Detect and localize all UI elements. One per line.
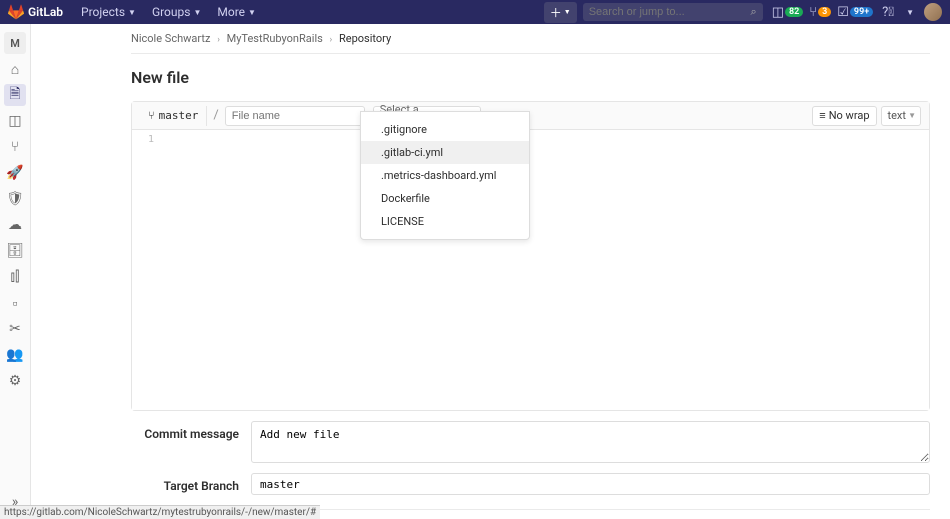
user-avatar[interactable] (924, 3, 942, 21)
book-icon: ▫ (13, 295, 18, 312)
code-editor[interactable] (162, 130, 929, 410)
target-branch-row: Target Branch (131, 473, 930, 495)
template-option[interactable]: LICENSE (361, 210, 529, 233)
todos-badge[interactable]: ☑99+ (837, 5, 873, 20)
gitlab-icon (8, 4, 24, 20)
file-header: ⑂ master / Select a template type ▼ ≡ No… (132, 102, 929, 130)
branch-icon: ⑂ (148, 109, 155, 122)
branch-name: master (159, 109, 199, 122)
branch-selector[interactable]: ⑂ master (140, 106, 207, 126)
sidebar-members[interactable]: 👥 (4, 344, 26, 366)
nav-more[interactable]: More▼ (217, 5, 256, 19)
chevron-down-icon: ▼ (248, 8, 256, 17)
issues-icon: ◫ (772, 5, 784, 20)
sidebar-wiki[interactable]: ▫ (4, 292, 26, 314)
chevron-down-icon: ▼ (906, 8, 914, 17)
template-dropdown: .gitignore.gitlab-ci.yml.metrics-dashboa… (360, 111, 530, 240)
file-icon: 🗎 (9, 83, 20, 107)
todos-icon: ☑ (837, 5, 849, 20)
wrap-icon: ≡ (819, 109, 825, 122)
wrap-toggle[interactable]: ≡ No wrap (812, 106, 876, 126)
help-icon[interactable]: ?⃝ (882, 5, 894, 20)
sidebar-repository[interactable]: 🗎 (4, 84, 26, 106)
filename-input[interactable] (225, 106, 365, 126)
search-icon: ⌕ (751, 5, 757, 19)
home-icon: ⌂ (11, 61, 19, 78)
merge-request-icon: ⑂ (809, 5, 817, 20)
mr-badge[interactable]: ⑂3 (809, 5, 831, 20)
top-navbar: GitLab Projects▼ Groups▼ More▼ ＋▼ ⌕ ◫82 … (0, 0, 950, 24)
gitlab-logo[interactable]: GitLab (8, 4, 63, 20)
chevron-down-icon: ▼ (908, 111, 916, 120)
crumb-repository[interactable]: Repository (339, 32, 391, 45)
merge-icon: ⑂ (11, 139, 19, 155)
sidebar-settings[interactable]: ⚙ (4, 370, 26, 392)
commit-message-input[interactable] (251, 421, 930, 463)
type-label: text (888, 109, 907, 122)
package-icon: 🗄 (6, 243, 24, 259)
chevron-down-icon: ▼ (193, 8, 201, 17)
sidebar-cicd[interactable]: 🚀 (4, 162, 26, 184)
issues-badge[interactable]: ◫82 (772, 5, 804, 20)
template-option[interactable]: .metrics-dashboard.yml (361, 164, 529, 187)
page-title: New file (131, 68, 930, 87)
sidebar-packages[interactable]: 🗄 (4, 240, 26, 262)
sidebar-issues[interactable]: ◫ (4, 110, 26, 132)
crumb-project[interactable]: MyTestRubyonRails (227, 32, 323, 45)
wrap-label: No wrap (829, 109, 870, 122)
global-search[interactable]: ⌕ (583, 3, 763, 21)
template-option[interactable]: Dockerfile (361, 187, 529, 210)
editor-body[interactable]: 1 (132, 130, 929, 410)
search-input[interactable] (589, 6, 751, 18)
browser-status-bar: https://gitlab.com/NicoleSchwartz/mytest… (0, 505, 320, 519)
plus-icon: ＋ (550, 4, 562, 21)
rocket-icon: 🚀 (6, 165, 23, 181)
sidebar-operations[interactable]: ☁ (4, 214, 26, 236)
sidebar-snippets[interactable]: ✂ (4, 318, 26, 340)
template-option[interactable]: .gitlab-ci.yml (361, 141, 529, 164)
commit-message-label: Commit message (131, 421, 251, 441)
commit-message-row: Commit message (131, 421, 930, 463)
operations-icon: ☁ (8, 217, 22, 233)
chevron-down-icon: ▼ (128, 8, 136, 17)
file-editor-box: ⑂ master / Select a template type ▼ ≡ No… (131, 101, 930, 411)
sidebar-merge-requests[interactable]: ⑂ (4, 136, 26, 158)
left-sidebar: M ⌂ 🗎 ◫ ⑂ 🚀 🛡 ☁ 🗄 ⫾⫿ ▫ ✂ 👥 ⚙ » (0, 24, 31, 519)
target-branch-input[interactable] (251, 473, 930, 495)
gear-icon: ⚙ (9, 373, 22, 389)
chevron-down-icon: ▼ (564, 8, 571, 16)
breadcrumb: Nicole Schwartz › MyTestRubyonRails › Re… (131, 24, 930, 54)
snippet-icon: ✂ (9, 321, 21, 337)
line-gutter: 1 (132, 130, 162, 410)
shield-icon: 🛡 (6, 191, 24, 207)
plus-dropdown[interactable]: ＋▼ (544, 2, 577, 23)
chart-icon: ⫾⫿ (11, 269, 20, 285)
syntax-type-selector[interactable]: text ▼ (881, 106, 922, 126)
issue-icon: ◫ (8, 113, 21, 129)
sidebar-project-avatar[interactable]: M (4, 32, 26, 54)
nav-groups[interactable]: Groups▼ (152, 5, 201, 19)
crumb-user[interactable]: Nicole Schwartz (131, 32, 210, 45)
sidebar-analytics[interactable]: ⫾⫿ (4, 266, 26, 288)
sidebar-security[interactable]: 🛡 (4, 188, 26, 210)
nav-projects[interactable]: Projects▼ (81, 5, 136, 19)
brand-text: GitLab (28, 5, 63, 19)
target-branch-label: Target Branch (131, 473, 251, 493)
template-option[interactable]: .gitignore (361, 118, 529, 141)
sidebar-home[interactable]: ⌂ (4, 58, 26, 80)
members-icon: 👥 (6, 347, 23, 363)
main-content: Nicole Schwartz › MyTestRubyonRails › Re… (31, 24, 950, 519)
path-separator: / (213, 108, 218, 123)
